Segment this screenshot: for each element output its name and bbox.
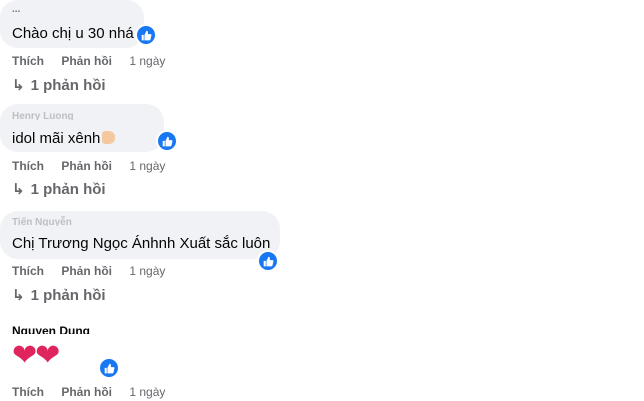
like-reaction-icon[interactable] bbox=[135, 24, 157, 46]
clap-emoji-icon bbox=[102, 131, 116, 144]
timestamp[interactable]: 1 ngày bbox=[129, 385, 165, 399]
heart-emoji-icon: ❤❤ bbox=[12, 339, 60, 372]
like-reaction-icon[interactable] bbox=[98, 357, 120, 379]
reply-button[interactable]: Phản hồi bbox=[61, 264, 112, 278]
mention-tag[interactable]: Trương Ngọc Ánh bbox=[38, 235, 158, 252]
like-thumb-icon bbox=[263, 256, 273, 266]
timestamp[interactable]: 1 ngày bbox=[129, 54, 165, 68]
comment-text-prefix: Chị bbox=[12, 235, 39, 252]
comment-text-content: idol mãi xênh bbox=[12, 130, 101, 147]
reply-arrow-icon: ↳ bbox=[12, 181, 25, 198]
like-button[interactable]: Thích bbox=[12, 385, 44, 399]
reply-arrow-icon: ↳ bbox=[12, 77, 25, 94]
like-thumb-icon bbox=[162, 136, 172, 146]
reply-button[interactable]: Phản hồi bbox=[61, 54, 112, 68]
author-name: Tiến Nguyễn bbox=[12, 217, 72, 226]
comment-text: idol mãi xênh bbox=[12, 130, 116, 147]
comment-author[interactable]: Tiến Nguyễn bbox=[12, 214, 182, 226]
timestamp[interactable]: 1 ngày bbox=[129, 159, 165, 173]
comment-actions: Thích Phản hồi 1 ngày bbox=[12, 54, 165, 68]
author-name: Henry Luong bbox=[12, 111, 74, 120]
comment-author[interactable]: Henry Luong bbox=[12, 108, 152, 120]
replies-count: 1 phản hồi bbox=[30, 287, 106, 304]
comment-text-suffix: nh Xuất sắc luôn bbox=[158, 235, 271, 252]
comment-text: Chị Trương Ngọc Ánhnh Xuất sắc luôn bbox=[12, 235, 270, 252]
like-button[interactable]: Thích bbox=[12, 54, 44, 68]
timestamp[interactable]: 1 ngày bbox=[129, 264, 165, 278]
view-replies-link[interactable]: ↳ 1 phản hồi bbox=[12, 180, 106, 198]
view-replies-link[interactable]: ↳ 1 phản hồi bbox=[12, 286, 106, 304]
replies-count: 1 phản hồi bbox=[30, 181, 106, 198]
comment-actions: Thích Phản hồi 1 ngày bbox=[12, 264, 165, 278]
view-replies-link[interactable]: ↳ 1 phản hồi bbox=[12, 76, 106, 94]
reply-button[interactable]: Phản hồi bbox=[61, 159, 112, 173]
comment-actions: Thích Phản hồi 1 ngày bbox=[12, 385, 165, 399]
like-button[interactable]: Thích bbox=[12, 159, 44, 173]
like-reaction-icon[interactable] bbox=[257, 250, 279, 272]
reply-arrow-icon: ↳ bbox=[12, 287, 25, 304]
replies-count: 1 phản hồi bbox=[30, 77, 106, 94]
comment-actions: Thích Phản hồi 1 ngày bbox=[12, 159, 165, 173]
like-thumb-icon bbox=[141, 30, 151, 40]
like-button[interactable]: Thích bbox=[12, 264, 44, 278]
comment-text: Chào chị u 30 nhá bbox=[12, 25, 134, 42]
like-thumb-icon bbox=[104, 363, 114, 373]
like-reaction-icon[interactable] bbox=[156, 130, 178, 152]
reply-button[interactable]: Phản hồi bbox=[61, 385, 112, 399]
comment-author[interactable]: Nguyen Dung bbox=[12, 324, 90, 334]
comment-author[interactable]: ... bbox=[12, 4, 20, 15]
